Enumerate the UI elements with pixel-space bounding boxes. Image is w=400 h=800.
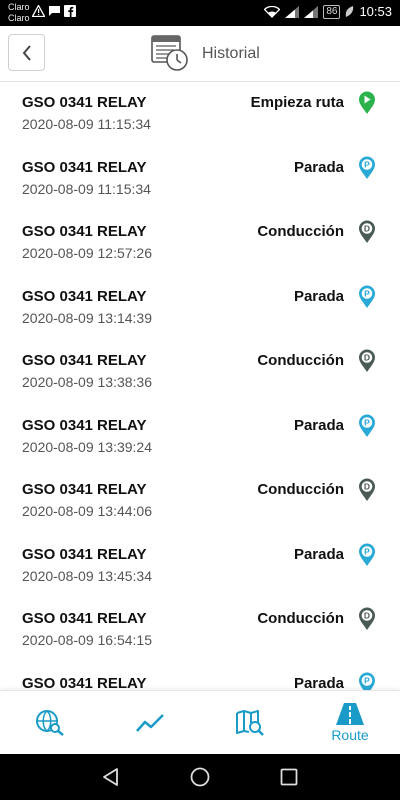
event-type-label: Parada [293, 545, 344, 563]
vehicle-name: GSO 0341 RELAY [22, 352, 147, 369]
app-header: Historial [0, 26, 400, 82]
bottom-nav: Route [0, 690, 400, 754]
parking-pin-icon: P [359, 543, 375, 566]
history-list[interactable]: GSO 0341 RELAY 2020-08-09 11:15:34 Empieza… [0, 82, 400, 690]
history-row[interactable]: GSO 0341 RELAY 2020-08-09 12:57:26 Conducc… [0, 211, 400, 276]
event-type-label: Parada [293, 158, 344, 176]
signal-icon-2 [304, 5, 319, 18]
vehicle-name: GSO 0341 RELAY [22, 610, 147, 627]
driving-pin-icon: D [359, 349, 375, 372]
trend-line-icon [136, 714, 164, 732]
event-type-label: Conducción [257, 481, 344, 498]
vehicle-name: GSO 0341 RELAY [22, 481, 147, 498]
pin-badge-letter: D [364, 611, 370, 621]
vehicle-name: GSO 0341 RELAY [22, 287, 147, 305]
pin-badge-letter: P [364, 288, 370, 298]
pin-badge-letter: D [364, 353, 370, 363]
event-timestamp: 2020-08-09 16:54:15 [22, 632, 152, 648]
parking-pin-icon: P [359, 285, 375, 308]
wifi-icon [264, 5, 281, 18]
event-type-label: Parada [293, 287, 344, 305]
pin-badge-letter: P [364, 546, 370, 556]
event-timestamp: 2020-08-09 11:15:34 [22, 116, 151, 132]
event-timestamp: 2020-08-09 12:57:26 [22, 245, 152, 261]
pin-badge-letter: D [364, 482, 370, 492]
event-type-label: Parada [293, 416, 344, 434]
system-nav-bar [0, 754, 400, 800]
event-timestamp: 2020-08-09 13:14:39 [22, 309, 152, 326]
status-indicators: 86 10:53 [264, 4, 392, 19]
event-timestamp: 2020-08-09 13:45:34 [22, 567, 152, 584]
event-timestamp: 2020-08-09 11:15:34 [22, 180, 151, 197]
event-timestamp: 2020-08-09 13:44:06 [22, 503, 152, 519]
leaf-icon [346, 5, 354, 17]
vehicle-name: GSO 0341 RELAY [22, 674, 147, 691]
event-type-label: Conducción [257, 610, 344, 627]
page-title: Historial [202, 45, 260, 62]
recents-square-icon[interactable] [278, 766, 300, 788]
history-row[interactable]: GSO 0341 RELAY 2020-08-09 13:44:06 Conducc… [0, 469, 400, 534]
driving-pin-icon: D [359, 220, 375, 243]
driving-pin-icon: D [359, 607, 375, 630]
event-timestamp: 2020-08-09 13:39:24 [22, 438, 152, 455]
parking-pin-icon: P [359, 414, 375, 437]
road-icon [336, 703, 364, 725]
nav-map-search[interactable] [200, 691, 300, 755]
back-button[interactable] [8, 34, 45, 71]
home-circle-icon[interactable] [189, 766, 211, 788]
calendar-clock-icon [150, 34, 190, 77]
nav-route[interactable]: Route [300, 691, 400, 755]
nav-globe-search[interactable] [0, 691, 100, 755]
vehicle-name: GSO 0341 RELAY [22, 545, 147, 563]
history-row[interactable]: GSO 0341 RELAY 2020-08-09 11:15:34 Empieza… [0, 82, 400, 147]
nav-route-label: Route [331, 727, 369, 743]
pin-badge-letter: P [364, 417, 370, 427]
history-row[interactable]: GSO 0341 RELAY Parada P [0, 663, 400, 691]
carrier-line-2: Claro [8, 13, 30, 23]
vehicle-name: GSO 0341 RELAY [22, 158, 147, 176]
pin-badge-letter: D [364, 224, 370, 234]
signal-icon [285, 5, 300, 18]
start-route-pin-icon [359, 91, 375, 114]
vehicle-name: GSO 0341 RELAY [22, 223, 147, 240]
carrier-info: Claro Claro [8, 2, 30, 24]
history-row[interactable]: GSO 0341 RELAY 2020-08-09 13:45:34 Parada P [0, 534, 400, 599]
chevron-left-icon [22, 44, 31, 61]
back-triangle-icon[interactable] [100, 766, 122, 788]
event-type-label: Conducción [257, 352, 344, 369]
history-row[interactable]: GSO 0341 RELAY 2020-08-09 13:38:36 Conducc… [0, 340, 400, 405]
globe-search-icon [36, 710, 64, 736]
facebook-icon [64, 5, 76, 17]
clock: 10:53 [359, 4, 392, 19]
vehicle-name: GSO 0341 RELAY [22, 94, 147, 111]
pin-badge-letter: P [364, 675, 370, 685]
driving-pin-icon: D [359, 478, 375, 501]
vehicle-name: GSO 0341 RELAY [22, 416, 147, 434]
status-bar: Claro Claro 86 10:53 [0, 0, 400, 26]
parking-pin-icon: P [359, 156, 375, 179]
parking-pin-icon: P [359, 672, 375, 690]
notification-icons [32, 5, 76, 17]
event-type-label: Parada [293, 674, 344, 691]
warning-icon [32, 5, 45, 17]
chat-bubble-icon [49, 6, 60, 16]
pin-badge-letter: P [364, 159, 370, 169]
history-row[interactable]: GSO 0341 RELAY 2020-08-09 11:15:34 Parada P [0, 147, 400, 212]
history-row[interactable]: GSO 0341 RELAY 2020-08-09 13:39:24 Parada P [0, 405, 400, 470]
event-type-label: Conducción [257, 223, 344, 240]
nav-trend[interactable] [100, 691, 200, 755]
carrier-line-1: Claro [8, 2, 30, 12]
history-row[interactable]: GSO 0341 RELAY 2020-08-09 13:14:39 Parada P [0, 276, 400, 341]
history-row[interactable]: GSO 0341 RELAY 2020-08-09 16:54:15 Conducc… [0, 598, 400, 663]
battery-level: 86 [323, 4, 341, 19]
event-timestamp: 2020-08-09 13:38:36 [22, 374, 152, 390]
map-search-icon [236, 710, 264, 736]
event-type-label: Empieza ruta [250, 94, 344, 111]
